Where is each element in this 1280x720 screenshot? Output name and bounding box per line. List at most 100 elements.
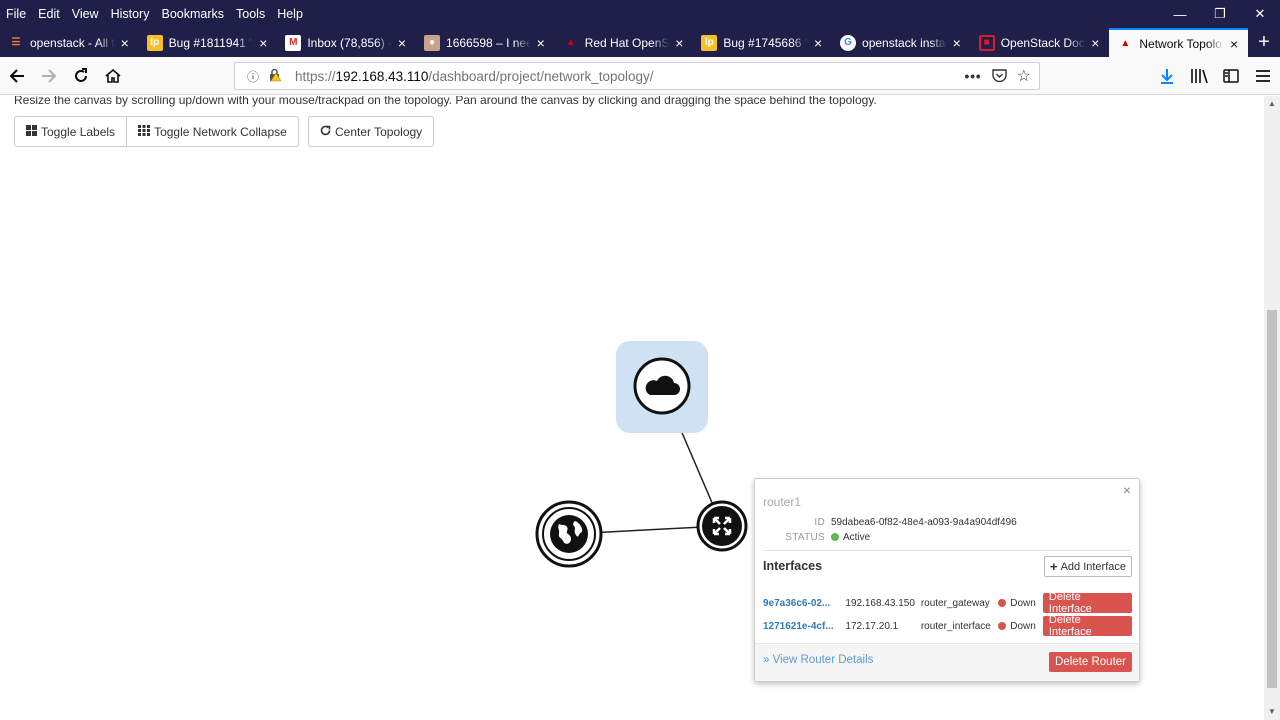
tab-label: openstack install <box>862 35 947 50</box>
close-tab-icon[interactable]: × <box>1087 35 1103 51</box>
stackoverflow-icon: ☰ <box>11 37 21 48</box>
interface-status-text: Down <box>1010 620 1036 632</box>
close-tab-icon[interactable]: × <box>117 35 133 51</box>
status-text: Active <box>843 532 871 543</box>
vertical-scrollbar[interactable]: ▲ ▼ <box>1264 96 1280 720</box>
delete-router-button[interactable]: Delete Router <box>1049 652 1132 672</box>
sidebar-icon[interactable] <box>1222 69 1240 83</box>
router-node-icon[interactable] <box>696 500 748 552</box>
tab-label: openstack - All t <box>30 35 115 50</box>
redhat-icon: ▲ <box>1120 38 1131 49</box>
google-icon: G <box>840 34 857 51</box>
tab-7[interactable]: ■ OpenStack Docs × <box>971 28 1110 57</box>
openstack-icon: ■ <box>978 34 995 51</box>
add-interface-button[interactable]: + Add Interface <box>1043 556 1132 577</box>
home-icon[interactable] <box>98 61 128 91</box>
status-down-dot <box>998 598 1007 607</box>
url-path: /dashboard/project/network_topology/ <box>428 68 654 84</box>
info-icon[interactable]: ⓘ <box>243 68 263 85</box>
url-host: 192.168.43.110 <box>335 68 429 84</box>
insecure-lock-icon[interactable] <box>265 68 285 85</box>
library-icon[interactable] <box>1190 68 1208 84</box>
restore-icon[interactable]: ❐ <box>1200 0 1240 28</box>
id-label: ID <box>814 517 825 528</box>
interface-row: 9e7a36c6-02... 192.168.43.150 router_gat… <box>763 591 1132 615</box>
delete-interface-button[interactable]: Delete Interface <box>1042 614 1132 638</box>
router-name: router1 <box>763 495 802 509</box>
menu-view[interactable]: View <box>66 4 105 24</box>
download-icon[interactable] <box>1158 68 1176 84</box>
bookmark-star-icon[interactable]: ☆ <box>1017 66 1031 86</box>
tab-0[interactable]: ☰ openstack - All t × <box>0 28 139 57</box>
tab-label: Inbox (78,856) - a <box>307 35 393 50</box>
menu-bar: File Edit View History Bookmarks Tools H… <box>0 0 1280 28</box>
close-tab-icon[interactable]: × <box>255 35 271 51</box>
status-label: STATUS <box>785 532 825 543</box>
router-id-row: ID 59dabea6-0f82-48e4-a093-9a4a904df496 <box>755 517 1016 528</box>
close-tab-icon[interactable]: × <box>533 35 549 51</box>
interface-ip: 192.168.43.150 <box>845 597 915 609</box>
launchpad-icon: lp <box>146 34 163 51</box>
scrollbar-thumb[interactable] <box>1267 310 1277 688</box>
close-tab-icon[interactable]: × <box>394 35 410 51</box>
network-node-cloud-icon[interactable] <box>633 357 691 415</box>
interface-status: Down <box>998 598 1043 609</box>
router-detail-popup: × router1 ID 59dabea6-0f82-48e4-a093-9a4… <box>754 478 1140 682</box>
menu-bookmarks[interactable]: Bookmarks <box>155 4 230 24</box>
delete-interface-button[interactable]: Delete Interface <box>1042 591 1132 615</box>
forward-icon[interactable] <box>34 61 64 91</box>
interfaces-heading: Interfaces <box>763 559 823 573</box>
new-tab-icon[interactable]: + <box>1248 28 1280 57</box>
minimize-icon[interactable]: — <box>1160 0 1200 28</box>
scroll-down-icon[interactable]: ▼ <box>1264 704 1280 720</box>
tab-label: OpenStack Docs <box>1000 35 1086 50</box>
hamburger-menu-icon[interactable] <box>1254 69 1272 83</box>
tab-label: Red Hat OpenSta <box>584 35 670 50</box>
scroll-up-icon[interactable]: ▲ <box>1264 96 1280 112</box>
gmail-icon: M <box>285 34 302 51</box>
close-tab-icon[interactable]: × <box>810 35 826 51</box>
tab-1[interactable]: lp Bug #1811941 "n × <box>139 28 278 57</box>
interface-row: 1271621e-4cf... 172.17.20.1 router_inter… <box>763 614 1132 638</box>
pocket-icon[interactable] <box>991 68 1007 85</box>
interface-status-text: Down <box>1010 597 1036 609</box>
close-icon[interactable]: × <box>1123 482 1131 498</box>
external-network-globe-icon[interactable] <box>535 500 603 568</box>
navigation-toolbar: ⓘ https://192.168.43.110/dashboard/proje… <box>0 57 1280 95</box>
add-interface-label: Add Interface <box>1060 560 1126 573</box>
menu-file[interactable]: File <box>0 4 32 24</box>
close-tab-icon[interactable]: × <box>949 35 965 51</box>
menu-help[interactable]: Help <box>271 4 309 24</box>
menu-edit[interactable]: Edit <box>32 4 66 24</box>
close-tab-icon[interactable]: × <box>671 35 687 51</box>
interface-type: router_gateway <box>920 597 990 609</box>
close-window-icon[interactable]: ✕ <box>1240 0 1280 28</box>
close-tab-icon[interactable]: × <box>1226 36 1242 52</box>
page-actions-icon[interactable]: ••• <box>964 69 981 84</box>
status-value: Active <box>831 532 870 543</box>
interface-id-link[interactable]: 9e7a36c6-02... <box>763 598 845 609</box>
redhat-icon: ▲ <box>565 37 576 48</box>
interface-ip: 172.17.20.1 <box>845 620 899 632</box>
tab-4[interactable]: ▲ Red Hat OpenSta× <box>555 28 694 57</box>
view-router-details-link[interactable]: » View Router Details <box>763 654 873 666</box>
tab-5[interactable]: lp Bug #1745686 "[× <box>693 28 832 57</box>
interface-status: Down <box>998 621 1043 632</box>
tab-3[interactable]: ● 1666598 – I need × <box>416 28 555 57</box>
tab-label: Network Topolo <box>1139 36 1222 51</box>
tab-label: Bug #1745686 "[ <box>723 35 809 50</box>
bugzilla-icon: ● <box>424 34 441 51</box>
url-scheme: https:// <box>295 68 336 84</box>
menu-tools[interactable]: Tools <box>230 4 271 24</box>
menu-history[interactable]: History <box>105 4 156 24</box>
url-text: https://192.168.43.110/dashboard/project… <box>295 69 654 84</box>
tab-8-active[interactable]: ▲ Network Topolo × <box>1109 28 1249 57</box>
reload-icon[interactable] <box>66 61 96 91</box>
interface-id-link[interactable]: 1271621e-4cf... <box>763 621 845 632</box>
divider <box>763 550 1131 551</box>
tab-6[interactable]: Gopenstack install × <box>832 28 971 57</box>
url-bar[interactable]: ⓘ https://192.168.43.110/dashboard/proje… <box>234 62 1040 90</box>
interface-type: router_interface <box>920 620 991 632</box>
tab-2[interactable]: M Inbox (78,856) - a× <box>277 28 416 57</box>
back-icon[interactable] <box>2 61 32 91</box>
